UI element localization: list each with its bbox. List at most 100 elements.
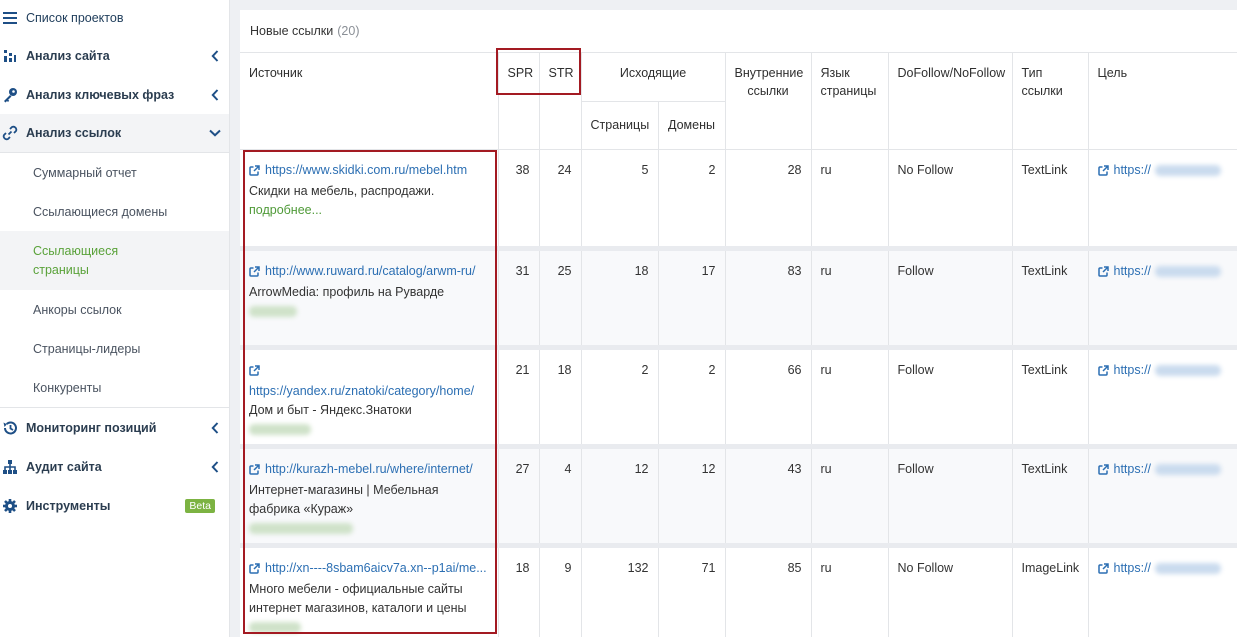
table-row: http://www.ruward.ru/catalog/arwm-ru/ Ar…	[240, 248, 1237, 347]
th-internal[interactable]: Внутренние ссылки	[725, 53, 812, 150]
str-value: 4	[539, 446, 582, 545]
internal-value: 43	[725, 446, 812, 545]
table-row: https://yandex.ru/znatoki/category/home/…	[240, 347, 1237, 446]
th-follow[interactable]: DoFollow/NoFollow	[888, 53, 1013, 150]
subitem-label: Ссылающиеся страницы	[33, 243, 119, 277]
source-link[interactable]: http://xn----8sbam6aicv7a.xn--p1ai/me...	[249, 559, 489, 580]
subitem-competitors[interactable]: Конкуренты	[0, 368, 229, 407]
link-icon	[0, 125, 26, 141]
target-url: https://	[1113, 362, 1152, 377]
source-link[interactable]: http://kurazh-mebel.ru/where/internet/	[249, 460, 489, 481]
source-url: http://kurazh-mebel.ru/where/internet/	[265, 461, 473, 476]
domains-value: 17	[658, 248, 726, 347]
pages-value: 18	[581, 248, 659, 347]
sidebar-item-keywords[interactable]: Анализ ключевых фраз	[0, 75, 229, 114]
blurred-domain	[249, 621, 301, 633]
source-title: Дом и быт - Яндекс.Знатоки	[249, 402, 412, 417]
domains-value: 71	[658, 545, 726, 637]
subitem-leader-pages[interactable]: Страницы-лидеры	[0, 329, 229, 368]
subitem-referring-pages[interactable]: Ссылающиеся страницы	[0, 231, 229, 290]
external-link-icon	[249, 264, 260, 283]
target-link[interactable]: https://	[1097, 560, 1152, 575]
target-link[interactable]: https://	[1097, 264, 1151, 278]
table-row: http://kurazh-mebel.ru/where/internet/ И…	[240, 446, 1237, 545]
spr-value: 21	[498, 347, 540, 446]
subitem-referring-domains[interactable]: Ссылающиеся домены	[0, 192, 229, 231]
target-cell: https://	[1088, 545, 1237, 637]
source-cell: http://www.ruward.ru/catalog/arwm-ru/ Ar…	[240, 248, 499, 347]
target-cell: https://	[1088, 149, 1237, 248]
str-value: 24	[539, 149, 582, 248]
source-link[interactable]: https://yandex.ru/znatoki/category/home/	[249, 361, 489, 401]
target-cell: https://	[1088, 347, 1237, 446]
spr-value: 38	[498, 149, 540, 248]
th-spr[interactable]: SPR	[498, 53, 540, 150]
follow-value: Follow	[888, 347, 1013, 446]
source-title: Интернет-магазины | Мебельная фабрика «К…	[249, 482, 439, 516]
sidebar-item-label: Анализ сайта	[26, 48, 110, 63]
target-cell: https://	[1088, 248, 1237, 347]
follow-value: Follow	[888, 446, 1013, 545]
pages-value: 2	[581, 347, 659, 446]
gear-icon	[0, 498, 26, 514]
main-panel: Новые ссылки (20) Источник SPR STR Исход…	[240, 10, 1237, 637]
target-url: https://	[1113, 162, 1152, 177]
th-source[interactable]: Источник	[240, 53, 499, 150]
source-url: https://www.skidki.com.ru/mebel.htm	[265, 162, 468, 177]
site-analysis-icon	[0, 49, 26, 63]
spr-value: 18	[498, 545, 540, 637]
menu-icon	[0, 12, 26, 24]
internal-value: 85	[725, 545, 812, 637]
lang-value: ru	[811, 446, 889, 545]
internal-value: 66	[725, 347, 812, 446]
blurred-target	[1154, 164, 1221, 176]
th-domains[interactable]: Домены	[658, 101, 726, 150]
domains-value: 12	[658, 446, 726, 545]
sidebar-item-site-analysis[interactable]: Анализ сайта	[0, 36, 229, 75]
th-target[interactable]: Цель	[1088, 53, 1237, 150]
history-icon	[0, 420, 26, 436]
target-link[interactable]: https://	[1097, 362, 1152, 377]
sidebar-item-label: Анализ ключевых фраз	[26, 87, 175, 102]
str-value: 9	[539, 545, 582, 637]
target-url: https://	[1113, 560, 1152, 575]
str-value: 18	[539, 347, 582, 446]
source-link[interactable]: https://www.skidki.com.ru/mebel.htm	[249, 161, 489, 182]
follow-value: Follow	[888, 248, 1013, 347]
external-link-icon	[249, 561, 260, 580]
lang-value: ru	[811, 149, 889, 248]
sidebar-item-tools[interactable]: Инструменты Beta	[0, 486, 229, 525]
type-value: TextLink	[1012, 248, 1089, 347]
subitem-summary[interactable]: Суммарный отчет	[0, 153, 229, 192]
lang-value: ru	[811, 545, 889, 637]
subitem-anchors[interactable]: Анкоры ссылок	[0, 290, 229, 329]
domains-value: 2	[658, 149, 726, 248]
source-title: Много мебели - официальные сайты интерне…	[249, 581, 467, 615]
subitem-label: Анкоры ссылок	[33, 302, 122, 317]
th-lang[interactable]: Язык страницы	[811, 53, 889, 150]
key-icon	[0, 87, 26, 103]
th-outgoing: Исходящие	[581, 53, 726, 102]
target-link[interactable]: https://	[1097, 461, 1152, 476]
source-cell: https://www.skidki.com.ru/mebel.htm Скид…	[240, 149, 499, 248]
th-str[interactable]: STR	[539, 53, 582, 150]
th-pages[interactable]: Страницы	[581, 101, 659, 150]
target-link[interactable]: https://	[1097, 162, 1152, 177]
th-type[interactable]: Тип ссылки	[1012, 53, 1089, 150]
blurred-domain	[249, 423, 311, 435]
spr-value: 27	[498, 446, 540, 545]
sidebar-item-position-monitoring[interactable]: Мониторинг позиций	[0, 408, 229, 447]
lang-value: ru	[811, 248, 889, 347]
subitem-label: Ссылающиеся домены	[33, 204, 168, 219]
external-link-icon	[1097, 561, 1109, 580]
sidebar-item-links[interactable]: Анализ ссылок	[0, 114, 229, 153]
target-url: https://	[1113, 461, 1152, 476]
sidebar-item-site-audit[interactable]: Аудит сайта	[0, 447, 229, 486]
chevron-down-icon	[201, 129, 229, 137]
sidebar-item-label: Анализ ссылок	[26, 126, 122, 140]
project-list-link[interactable]: Список проектов	[0, 0, 229, 36]
blurred-domain	[249, 305, 297, 317]
more-link[interactable]: подробнее...	[249, 203, 322, 217]
source-link[interactable]: http://www.ruward.ru/catalog/arwm-ru/	[249, 262, 489, 283]
sidebar-item-label: Мониторинг позиций	[26, 420, 157, 435]
